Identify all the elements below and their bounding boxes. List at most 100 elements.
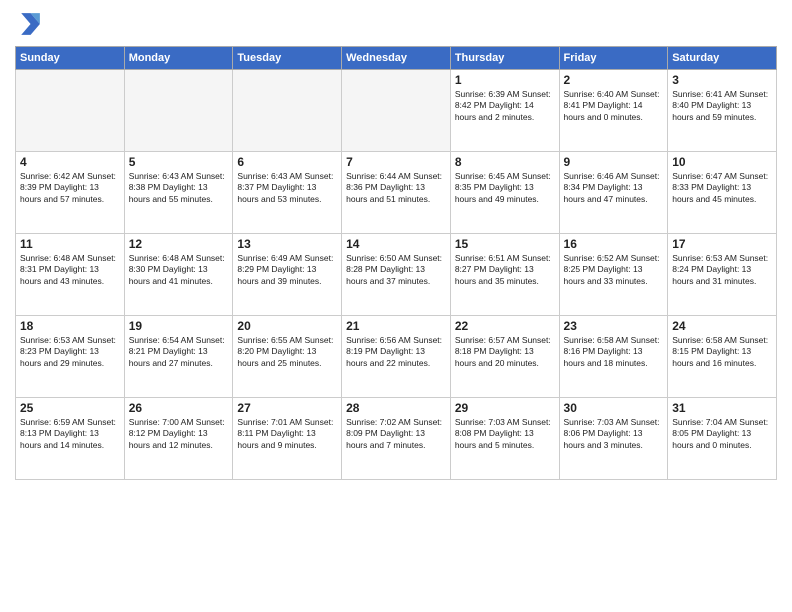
- day-number: 27: [237, 401, 337, 415]
- calendar-cell: 11Sunrise: 6:48 AM Sunset: 8:31 PM Dayli…: [16, 234, 125, 316]
- day-info: Sunrise: 6:43 AM Sunset: 8:38 PM Dayligh…: [129, 171, 229, 205]
- calendar-cell: 31 Sunrise: 7:04 AM Sunset: 8:05 PM Dayli…: [668, 398, 777, 480]
- calendar-cell: 8Sunrise: 6:45 AM Sunset: 8:35 PM Daylig…: [450, 152, 559, 234]
- day-info: Sunrise: 6:58 AM Sunset: 8:15 PM Dayligh…: [672, 335, 772, 369]
- calendar-cell: 22 Sunrise: 6:57 AM Sunset: 8:18 PM Dayli…: [450, 316, 559, 398]
- day-number: 29: [455, 401, 555, 415]
- calendar: SundayMondayTuesdayWednesdayThursdayFrid…: [15, 46, 777, 480]
- day-number: 13: [237, 237, 337, 251]
- day-info: Sunrise: 7:04 AM Sunset: 8:05 PM Dayligh…: [672, 417, 772, 451]
- day-info: Sunrise: 6:59 AM Sunset: 8:13 PM Dayligh…: [20, 417, 120, 451]
- calendar-cell: [16, 70, 125, 152]
- day-number: 7: [346, 155, 446, 169]
- calendar-cell: 2 Sunrise: 6:40 AM Sunset: 8:41 PM Daylig…: [559, 70, 668, 152]
- calendar-cell: 18 Sunrise: 6:53 AM Sunset: 8:23 PM Dayli…: [16, 316, 125, 398]
- day-info: Sunrise: 6:49 AM Sunset: 8:29 PM Dayligh…: [237, 253, 337, 287]
- calendar-cell: 27 Sunrise: 7:01 AM Sunset: 8:11 PM Dayli…: [233, 398, 342, 480]
- calendar-cell: 5 Sunrise: 6:43 AM Sunset: 8:38 PM Daylig…: [124, 152, 233, 234]
- day-info: Sunrise: 6:48 AM Sunset: 8:31 PM Dayligh…: [20, 253, 120, 287]
- page-container: SundayMondayTuesdayWednesdayThursdayFrid…: [0, 0, 792, 612]
- day-info: Sunrise: 6:55 AM Sunset: 8:20 PM Dayligh…: [237, 335, 337, 369]
- day-info: Sunrise: 6:57 AM Sunset: 8:18 PM Dayligh…: [455, 335, 555, 369]
- calendar-cell: 25 Sunrise: 6:59 AM Sunset: 8:13 PM Dayli…: [16, 398, 125, 480]
- day-number: 4: [20, 155, 120, 169]
- day-info: Sunrise: 6:53 AM Sunset: 8:23 PM Dayligh…: [20, 335, 120, 369]
- day-info: Sunrise: 6:56 AM Sunset: 8:19 PM Dayligh…: [346, 335, 446, 369]
- calendar-cell: 1 Sunrise: 6:39 AM Sunset: 8:42 PM Daylig…: [450, 70, 559, 152]
- day-info: Sunrise: 7:00 AM Sunset: 8:12 PM Dayligh…: [129, 417, 229, 451]
- day-info: Sunrise: 7:01 AM Sunset: 8:11 PM Dayligh…: [237, 417, 337, 451]
- calendar-header-saturday: Saturday: [668, 47, 777, 70]
- day-number: 15: [455, 237, 555, 251]
- day-number: 17: [672, 237, 772, 251]
- header: [15, 10, 777, 38]
- day-number: 9: [564, 155, 664, 169]
- calendar-cell: 15Sunrise: 6:51 AM Sunset: 8:27 PM Dayli…: [450, 234, 559, 316]
- day-info: Sunrise: 6:53 AM Sunset: 8:24 PM Dayligh…: [672, 253, 772, 287]
- day-number: 16: [564, 237, 664, 251]
- calendar-cell: [342, 70, 451, 152]
- day-info: Sunrise: 6:46 AM Sunset: 8:34 PM Dayligh…: [564, 171, 664, 205]
- calendar-cell: 4 Sunrise: 6:42 AM Sunset: 8:39 PM Daylig…: [16, 152, 125, 234]
- calendar-cell: 14Sunrise: 6:50 AM Sunset: 8:28 PM Dayli…: [342, 234, 451, 316]
- day-info: Sunrise: 6:39 AM Sunset: 8:42 PM Dayligh…: [455, 89, 555, 123]
- day-number: 5: [129, 155, 229, 169]
- day-number: 3: [672, 73, 772, 87]
- day-info: Sunrise: 7:03 AM Sunset: 8:06 PM Dayligh…: [564, 417, 664, 451]
- calendar-cell: 12 Sunrise: 6:48 AM Sunset: 8:30 PM Dayli…: [124, 234, 233, 316]
- calendar-cell: [233, 70, 342, 152]
- calendar-cell: 17 Sunrise: 6:53 AM Sunset: 8:24 PM Dayli…: [668, 234, 777, 316]
- day-info: Sunrise: 6:52 AM Sunset: 8:25 PM Dayligh…: [564, 253, 664, 287]
- day-info: Sunrise: 6:58 AM Sunset: 8:16 PM Dayligh…: [564, 335, 664, 369]
- day-info: Sunrise: 7:02 AM Sunset: 8:09 PM Dayligh…: [346, 417, 446, 451]
- day-info: Sunrise: 7:03 AM Sunset: 8:08 PM Dayligh…: [455, 417, 555, 451]
- day-info: Sunrise: 6:47 AM Sunset: 8:33 PM Dayligh…: [672, 171, 772, 205]
- day-number: 10: [672, 155, 772, 169]
- day-info: Sunrise: 6:41 AM Sunset: 8:40 PM Dayligh…: [672, 89, 772, 123]
- day-number: 20: [237, 319, 337, 333]
- day-info: Sunrise: 6:50 AM Sunset: 8:28 PM Dayligh…: [346, 253, 446, 287]
- logo-icon: [15, 10, 43, 38]
- calendar-cell: 16 Sunrise: 6:52 AM Sunset: 8:25 PM Dayli…: [559, 234, 668, 316]
- calendar-cell: 21 Sunrise: 6:56 AM Sunset: 8:19 PM Dayli…: [342, 316, 451, 398]
- calendar-cell: 26Sunrise: 7:00 AM Sunset: 8:12 PM Dayli…: [124, 398, 233, 480]
- day-info: Sunrise: 6:48 AM Sunset: 8:30 PM Dayligh…: [129, 253, 229, 287]
- calendar-cell: 6 Sunrise: 6:43 AM Sunset: 8:37 PM Daylig…: [233, 152, 342, 234]
- calendar-week-1: 1 Sunrise: 6:39 AM Sunset: 8:42 PM Daylig…: [16, 70, 777, 152]
- calendar-cell: 13 Sunrise: 6:49 AM Sunset: 8:29 PM Dayli…: [233, 234, 342, 316]
- calendar-cell: 19Sunrise: 6:54 AM Sunset: 8:21 PM Dayli…: [124, 316, 233, 398]
- calendar-header-wednesday: Wednesday: [342, 47, 451, 70]
- calendar-header-friday: Friday: [559, 47, 668, 70]
- day-number: 22: [455, 319, 555, 333]
- calendar-week-4: 18 Sunrise: 6:53 AM Sunset: 8:23 PM Dayli…: [16, 316, 777, 398]
- day-number: 25: [20, 401, 120, 415]
- day-number: 2: [564, 73, 664, 87]
- calendar-cell: 3 Sunrise: 6:41 AM Sunset: 8:40 PM Daylig…: [668, 70, 777, 152]
- calendar-header-tuesday: Tuesday: [233, 47, 342, 70]
- day-number: 28: [346, 401, 446, 415]
- day-number: 12: [129, 237, 229, 251]
- day-number: 21: [346, 319, 446, 333]
- calendar-cell: 29 Sunrise: 7:03 AM Sunset: 8:08 PM Dayli…: [450, 398, 559, 480]
- calendar-header-sunday: Sunday: [16, 47, 125, 70]
- day-info: Sunrise: 6:40 AM Sunset: 8:41 PM Dayligh…: [564, 89, 664, 123]
- calendar-header-monday: Monday: [124, 47, 233, 70]
- day-info: Sunrise: 6:54 AM Sunset: 8:21 PM Dayligh…: [129, 335, 229, 369]
- calendar-cell: 9 Sunrise: 6:46 AM Sunset: 8:34 PM Daylig…: [559, 152, 668, 234]
- calendar-cell: 7 Sunrise: 6:44 AM Sunset: 8:36 PM Daylig…: [342, 152, 451, 234]
- day-info: Sunrise: 6:42 AM Sunset: 8:39 PM Dayligh…: [20, 171, 120, 205]
- day-number: 6: [237, 155, 337, 169]
- day-info: Sunrise: 6:43 AM Sunset: 8:37 PM Dayligh…: [237, 171, 337, 205]
- calendar-cell: 28 Sunrise: 7:02 AM Sunset: 8:09 PM Dayli…: [342, 398, 451, 480]
- calendar-header-row: SundayMondayTuesdayWednesdayThursdayFrid…: [16, 47, 777, 70]
- day-number: 24: [672, 319, 772, 333]
- day-number: 31: [672, 401, 772, 415]
- day-number: 8: [455, 155, 555, 169]
- calendar-week-2: 4 Sunrise: 6:42 AM Sunset: 8:39 PM Daylig…: [16, 152, 777, 234]
- day-number: 1: [455, 73, 555, 87]
- day-number: 18: [20, 319, 120, 333]
- logo: [15, 10, 47, 38]
- calendar-cell: 23Sunrise: 6:58 AM Sunset: 8:16 PM Dayli…: [559, 316, 668, 398]
- day-info: Sunrise: 6:44 AM Sunset: 8:36 PM Dayligh…: [346, 171, 446, 205]
- calendar-header-thursday: Thursday: [450, 47, 559, 70]
